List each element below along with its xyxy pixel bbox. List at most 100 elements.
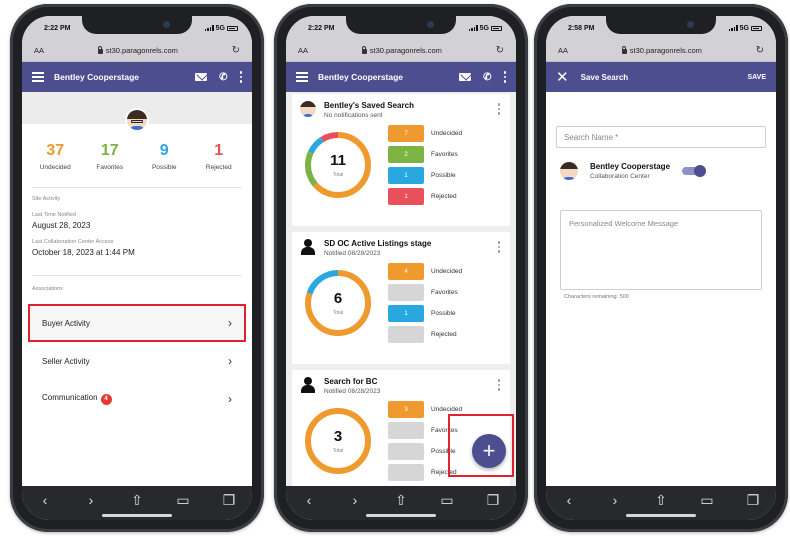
forward-icon[interactable]: › — [81, 492, 101, 508]
bookmarks-icon[interactable]: ▭ — [697, 492, 717, 509]
browser-address-bar[interactable]: AA st30.paragonrels.com ↻ — [286, 40, 516, 62]
browser-address-bar[interactable]: AA st30.paragonrels.com ↻ — [22, 40, 252, 62]
url-display[interactable]: st30.paragonrels.com — [97, 46, 178, 55]
search-subtitle: No notifications sent — [324, 112, 383, 119]
saved-search-card[interactable]: SD OC Active Listings stage Notified 08/2… — [292, 232, 510, 364]
stat-undecided: 37 Undecided — [28, 142, 83, 171]
back-icon[interactable]: ‹ — [559, 492, 579, 508]
forward-icon[interactable]: › — [605, 492, 625, 508]
header-user-name: Bentley Cooperstage — [318, 72, 404, 82]
browser-toolbar: ‹ › ⇧ ▭ ❐ — [546, 486, 776, 520]
search-subtitle: Notified 08/28/2023 — [324, 388, 381, 395]
signal-icon — [468, 25, 478, 31]
search-name-input[interactable]: Search Name * — [556, 126, 766, 148]
share-icon[interactable]: ⇧ — [127, 492, 147, 509]
lock-icon — [621, 46, 627, 54]
home-indicator — [366, 514, 436, 517]
bookmarks-icon[interactable]: ▭ — [173, 492, 193, 509]
share-icon[interactable]: ⇧ — [651, 492, 671, 509]
save-button[interactable]: SAVE — [747, 74, 766, 81]
browser-address-bar[interactable]: AA st30.paragonrels.com ↻ — [546, 40, 776, 62]
phone-frame-2: 2:22 PM 5G AA st30.paragonrels.com ↻ Ben… — [274, 4, 528, 532]
legend-row: 7 Undecided — [388, 125, 462, 142]
more-options-icon[interactable] — [497, 103, 500, 115]
home-indicator — [626, 514, 696, 517]
total-donut: 3 Total — [302, 405, 374, 477]
url-display[interactable]: st30.paragonrels.com — [361, 46, 442, 55]
more-options-icon[interactable] — [497, 379, 500, 391]
count-chip[interactable]: 1 — [388, 305, 424, 322]
person-icon — [300, 239, 316, 255]
bookmarks-icon[interactable]: ▭ — [437, 492, 457, 509]
seller-activity-row[interactable]: Seller Activity › — [30, 342, 244, 380]
signal-indicators: 5G — [728, 24, 762, 32]
phone-icon[interactable]: ✆ — [219, 72, 227, 83]
reader-aa-button[interactable]: AA — [558, 46, 568, 55]
back-icon[interactable]: ‹ — [299, 492, 319, 508]
saved-search-card[interactable]: Bentley's Saved Search No notifications s… — [292, 94, 510, 226]
menu-icon[interactable] — [296, 72, 308, 82]
more-options-icon[interactable] — [239, 71, 242, 83]
legend-label: Possible — [431, 172, 456, 179]
add-search-button[interactable]: + — [472, 434, 506, 468]
reader-aa-button[interactable]: AA — [34, 46, 44, 55]
network-label: 5G — [479, 24, 489, 32]
count-chip[interactable] — [388, 326, 424, 343]
url-display[interactable]: st30.paragonrels.com — [621, 46, 702, 55]
count-chip[interactable] — [388, 422, 424, 439]
search-subtitle: Notified 08/28/2023 — [324, 250, 381, 257]
three-phone-screenshots: 2:22 PM 5G AA st30.paragonrels.com ↻ Ben… — [0, 0, 790, 536]
menu-icon[interactable] — [32, 72, 44, 82]
share-icon[interactable]: ⇧ — [391, 492, 411, 509]
count-chip[interactable]: 1 — [388, 188, 424, 205]
count-chip[interactable]: 7 — [388, 125, 424, 142]
last-notified-label: Last Time Notified — [32, 212, 77, 218]
stat-possible: 9 Possible — [137, 142, 192, 171]
count-chip[interactable]: 2 — [388, 146, 424, 163]
status-legend: 4 Undecided Favorites 1 Possible Rejected — [388, 263, 462, 343]
stat-label: Rejected — [205, 164, 232, 171]
count-chip[interactable]: 3 — [388, 401, 424, 418]
url-text: st30.paragonrels.com — [105, 46, 178, 55]
status-time: 2:22 PM — [308, 24, 335, 32]
tabs-icon[interactable]: ❐ — [483, 492, 503, 509]
battery-icon — [227, 25, 238, 31]
forward-icon[interactable]: › — [345, 492, 365, 508]
reload-icon[interactable]: ↻ — [496, 45, 504, 56]
count-chip[interactable] — [388, 284, 424, 301]
reload-icon[interactable]: ↻ — [756, 45, 764, 56]
tabs-icon[interactable]: ❐ — [743, 492, 763, 509]
buyer-activity-row[interactable]: Buyer Activity › — [28, 304, 246, 342]
stat-count: 1 — [214, 142, 224, 159]
stat-label: Possible — [151, 164, 177, 171]
welcome-message-textarea[interactable]: Personalized Welcome Message — [560, 210, 762, 290]
count-chip[interactable] — [388, 443, 424, 460]
reload-icon[interactable]: ↻ — [232, 45, 240, 56]
browser-toolbar: ‹ › ⇧ ▭ ❐ — [22, 486, 252, 520]
notch — [606, 16, 716, 34]
communication-row[interactable]: Communication 4 › — [30, 380, 244, 418]
legend-row: 4 Undecided — [388, 263, 462, 280]
tabs-icon[interactable]: ❐ — [219, 492, 239, 509]
count-chip[interactable]: 1 — [388, 167, 424, 184]
last-access-label: Last Collaboration Center Access — [32, 239, 114, 245]
mail-icon[interactable] — [459, 73, 472, 81]
association-list: Buyer Activity › Seller Activity › Commu… — [22, 292, 252, 418]
total-count: 6 — [333, 290, 343, 307]
close-icon[interactable]: ✕ — [556, 68, 569, 86]
total-label: Total — [332, 448, 344, 454]
network-label: 5G — [739, 24, 749, 32]
reader-aa-button[interactable]: AA — [298, 46, 308, 55]
count-chip[interactable]: 4 — [388, 263, 424, 280]
back-icon[interactable]: ‹ — [35, 492, 55, 508]
phone-icon[interactable]: ✆ — [483, 72, 491, 83]
more-options-icon[interactable] — [497, 241, 500, 253]
more-options-icon[interactable] — [503, 71, 506, 83]
collaborator-row: Bentley Cooperstage Collaboration Center — [546, 148, 776, 180]
signal-icon — [728, 25, 738, 31]
notify-toggle[interactable] — [682, 165, 707, 177]
mail-icon[interactable] — [195, 73, 208, 81]
signal-icon — [204, 25, 214, 31]
legend-row: 1 Possible — [388, 305, 462, 322]
count-chip[interactable] — [388, 464, 424, 481]
